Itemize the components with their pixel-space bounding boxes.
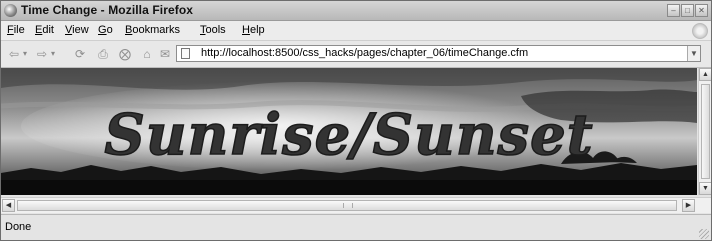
horizontal-scrollbar[interactable]: ◀ ▶	[1, 197, 711, 213]
mail-icon[interactable]: ✉	[158, 47, 172, 61]
forward-dropdown-icon[interactable]: ▾	[51, 49, 55, 58]
scroll-up-icon[interactable]: ▲	[699, 68, 711, 81]
forward-arrow-icon[interactable]: ⇨	[35, 47, 49, 61]
close-button[interactable]: ✕	[695, 4, 708, 17]
window-title: Time Change - Mozilla Firefox	[21, 3, 194, 17]
horizontal-scroll-thumb[interactable]	[17, 200, 677, 211]
status-bar: Done	[1, 214, 711, 240]
status-text: Done	[5, 221, 32, 233]
home-icon[interactable]: ⌂	[140, 47, 154, 61]
banner-title: Sunrise/Sunset	[104, 102, 593, 168]
reload-icon[interactable]: ⟳	[73, 47, 87, 61]
menu-file[interactable]: File	[7, 24, 25, 36]
maximize-button[interactable]: □	[681, 4, 694, 17]
menu-view[interactable]: View	[65, 24, 89, 36]
activity-throbber-icon	[692, 23, 708, 39]
sunrise-sunset-banner: Sunrise/Sunset	[1, 68, 697, 195]
address-bar[interactable]: http://localhost:8500/css_hacks/pages/ch…	[176, 45, 701, 62]
scroll-right-icon[interactable]: ▶	[682, 199, 695, 212]
stop-icon[interactable]: ⨂	[118, 47, 132, 61]
url-text[interactable]: http://localhost:8500/css_hacks/pages/ch…	[201, 47, 528, 59]
url-dropdown-icon[interactable]: ▼	[687, 46, 700, 61]
vertical-scrollbar[interactable]: ▲ ▼	[698, 68, 711, 195]
menu-tools[interactable]: Tools	[200, 24, 226, 36]
menu-help[interactable]: Help	[242, 24, 265, 36]
scroll-left-icon[interactable]: ◀	[2, 199, 15, 212]
minimize-button[interactable]: –	[667, 4, 680, 17]
navigation-toolbar: ⇦ ▾ ⇨ ▾ ⟳ ⎙ ⨂ ⌂ ✉ http://localhost:8500/…	[1, 41, 711, 68]
back-arrow-icon[interactable]: ⇦	[7, 47, 21, 61]
page-content: Sunrise/Sunset	[1, 68, 697, 195]
print-icon[interactable]: ⎙	[96, 47, 110, 61]
firefox-icon	[4, 4, 17, 17]
menu-edit[interactable]: Edit	[35, 24, 54, 36]
menu-go[interactable]: Go	[98, 24, 113, 36]
menu-bar: File Edit View Go Bookmarks Tools Help	[1, 21, 711, 41]
scroll-grip-icon	[343, 203, 353, 208]
vertical-scroll-thumb[interactable]	[701, 84, 710, 179]
menu-bookmarks[interactable]: Bookmarks	[125, 24, 180, 36]
page-icon	[181, 48, 190, 59]
window-controls: – □ ✕	[667, 4, 708, 17]
resize-grip-icon[interactable]	[699, 229, 709, 239]
back-dropdown-icon[interactable]: ▾	[23, 49, 27, 58]
scroll-down-icon[interactable]: ▼	[699, 182, 711, 195]
browser-window: Time Change - Mozilla Firefox – □ ✕ File…	[0, 0, 712, 241]
title-bar: Time Change - Mozilla Firefox – □ ✕	[1, 1, 711, 21]
